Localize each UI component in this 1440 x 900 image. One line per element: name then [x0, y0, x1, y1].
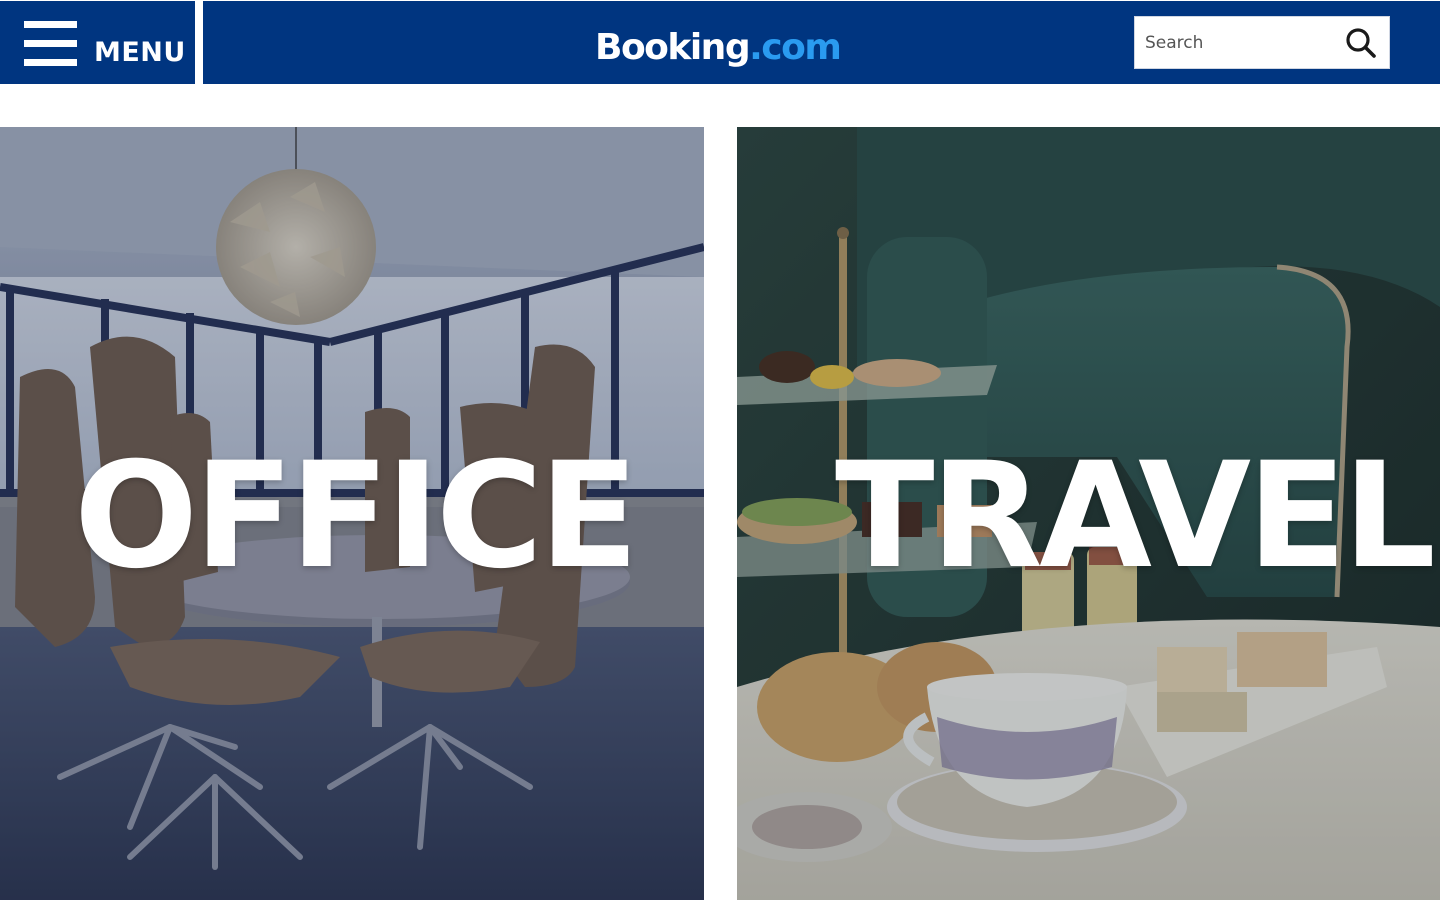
menu-button[interactable]: MENU	[0, 1, 195, 84]
menu-label[interactable]: MENU	[94, 37, 186, 68]
panel-divider	[704, 615, 737, 900]
travel-title[interactable]: TRAVEL	[835, 443, 1436, 589]
hamburger-icon[interactable]	[24, 21, 77, 67]
search-box	[1134, 16, 1390, 69]
panel-divider	[704, 579, 719, 615]
panel-divider	[704, 447, 737, 579]
brand-bar: Booking.com	[203, 1, 1440, 84]
site-header: MENU Booking.com	[0, 0, 1440, 84]
panel-divider	[704, 127, 737, 411]
logo-dotcom-text: .com	[749, 27, 842, 68]
booking-logo[interactable]: Booking.com	[595, 27, 842, 68]
office-panel[interactable]: OFFICE	[0, 127, 704, 900]
office-title[interactable]: OFFICE	[74, 443, 639, 589]
search-icon	[1346, 28, 1376, 58]
search-input[interactable]	[1135, 17, 1335, 68]
travel-panel[interactable]: TRAVEL	[737, 127, 1440, 900]
panel-divider	[704, 411, 719, 447]
logo-booking-text: Booking	[595, 27, 751, 68]
search-button[interactable]	[1343, 25, 1379, 61]
